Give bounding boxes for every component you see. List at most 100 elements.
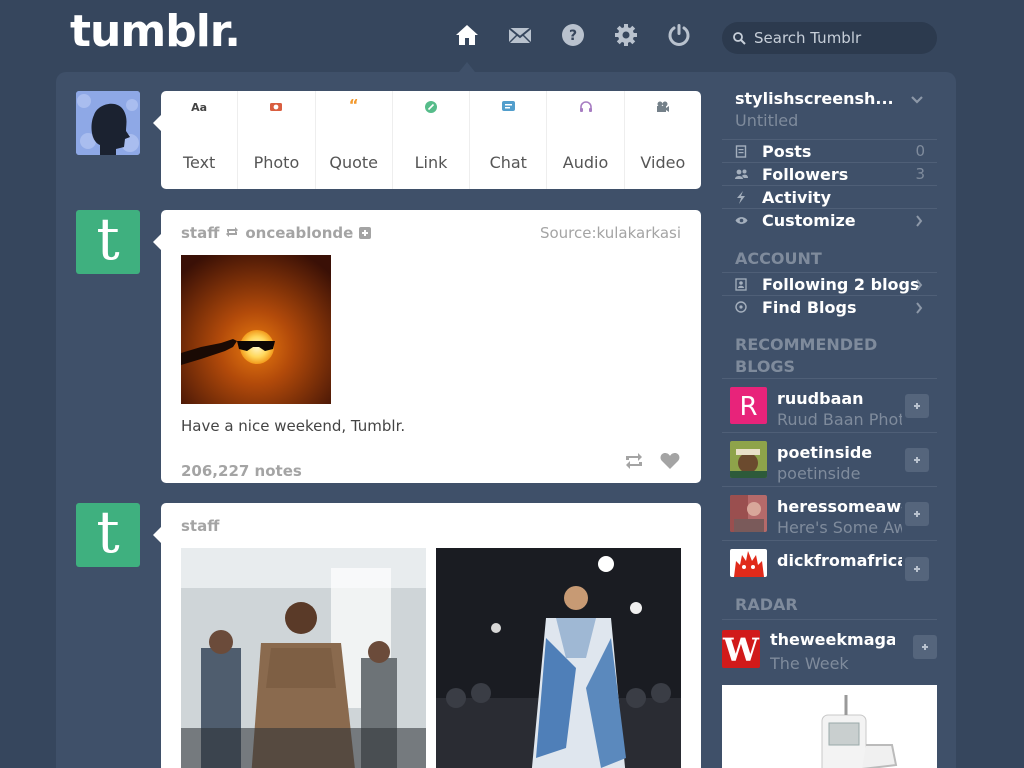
bubble-arrow <box>153 115 161 131</box>
home-icon[interactable] <box>454 22 480 48</box>
search-input[interactable] <box>754 29 924 47</box>
follow-button[interactable] <box>905 394 929 418</box>
compass-icon <box>734 301 748 313</box>
quote-icon: “ <box>348 96 359 114</box>
eye-icon <box>734 216 748 225</box>
runway-photo-right[interactable] <box>436 548 681 768</box>
sidebar-item-customize[interactable]: Customize <box>722 208 937 231</box>
recommended-blog[interactable]: dickfromafrica <box>722 540 937 585</box>
follow-button[interactable] <box>905 448 929 472</box>
follow-button[interactable] <box>905 557 929 581</box>
post-type-text[interactable]: Aa Text <box>161 91 239 189</box>
chevron-right-icon <box>916 302 923 314</box>
reblogged-from[interactable]: onceablonde <box>245 224 353 242</box>
account-heading: ACCOUNT <box>735 249 822 268</box>
recommended-blog[interactable]: poetinside poetinside <box>722 432 937 486</box>
post-type-label: Text <box>182 153 216 172</box>
blog-title: Untitled <box>735 111 799 130</box>
like-button[interactable] <box>659 450 681 472</box>
chevron-down-icon[interactable] <box>910 95 924 105</box>
blog-name[interactable]: stylishscreensh... <box>735 89 894 108</box>
post-source[interactable]: Source:kulakarkasi <box>540 224 681 242</box>
post-type-label: Link <box>414 153 448 172</box>
post-header: staff <box>181 517 219 535</box>
nav-active-caret <box>459 62 475 72</box>
post-card: staff onceablonde Source:kulakarkasi Hav… <box>161 210 701 483</box>
post-type-label: Video <box>640 153 686 172</box>
search-icon <box>733 32 746 45</box>
lightning-icon <box>734 190 748 204</box>
recommended-blog[interactable]: heressomeawesome Here's Some Awesome <box>722 486 937 540</box>
sidebar-item-label: Posts <box>762 141 812 161</box>
post-author[interactable]: staff <box>181 517 219 535</box>
post-card: staff <box>161 503 701 768</box>
post-notes[interactable]: 206,227 notes <box>181 462 302 480</box>
help-icon[interactable]: ? <box>560 22 586 48</box>
follow-button[interactable] <box>905 502 929 526</box>
tumblr-logo[interactable]: tumblr. <box>70 6 241 57</box>
follow-plus-icon[interactable] <box>359 227 372 239</box>
svg-text:W: W <box>722 631 760 668</box>
blog-avatar[interactable] <box>730 549 767 577</box>
bubble-arrow <box>153 234 161 250</box>
ad-card[interactable] <box>722 685 937 768</box>
post-type-label: Audio <box>562 153 609 172</box>
sidebar-item-activity[interactable]: Activity <box>722 185 937 208</box>
staff-avatar[interactable]: t <box>76 210 140 274</box>
sidebar-item-label: Customize <box>762 210 856 230</box>
sidebar-item-label: Find Blogs <box>762 297 857 317</box>
post-caption: Have a nice weekend, Tumblr. <box>181 417 406 435</box>
sidebar-item-followers[interactable]: Followers 3 <box>722 162 937 185</box>
chat-icon <box>470 101 546 116</box>
blog-description: Here's Some Awesome <box>777 518 902 537</box>
radar-blog[interactable]: W theweekmagazine The Week <box>714 620 937 674</box>
people-icon <box>734 168 748 180</box>
bubble-arrow <box>153 527 161 543</box>
camera-icon <box>238 101 314 115</box>
link-icon <box>393 101 469 116</box>
blog-avatar[interactable] <box>730 441 767 478</box>
follow-button[interactable] <box>913 635 937 659</box>
svg-text:R: R <box>739 392 757 422</box>
blog-name[interactable]: ruudbaan <box>777 389 902 408</box>
blog-avatar[interactable] <box>730 495 767 532</box>
sidebar-item-following[interactable]: Following 2 blogs <box>722 272 937 295</box>
blog-avatar[interactable]: W <box>722 630 760 668</box>
user-avatar[interactable] <box>76 91 140 155</box>
blog-name[interactable]: theweekmagazine <box>770 630 895 649</box>
post-type-link[interactable]: Link <box>393 91 471 189</box>
blog-name[interactable]: dickfromafrica <box>777 551 902 570</box>
post-type-video[interactable]: Video <box>625 91 701 189</box>
sunset-photo[interactable] <box>181 255 331 404</box>
gear-icon[interactable] <box>613 22 639 48</box>
sidebar-item-find-blogs[interactable]: Find Blogs <box>722 295 937 318</box>
text-icon: Aa <box>191 101 208 114</box>
runway-photo-left[interactable] <box>181 548 426 768</box>
document-icon <box>734 144 748 158</box>
blog-description: poetinside <box>777 464 861 483</box>
search-box[interactable] <box>722 22 937 54</box>
staff-avatar[interactable]: t <box>76 503 140 567</box>
power-icon[interactable] <box>666 22 692 48</box>
post-type-quote[interactable]: “ Quote <box>316 91 393 189</box>
blog-avatar[interactable]: R <box>730 387 767 424</box>
recommended-blog[interactable]: R ruudbaan Ruud Baan Photography <box>722 378 937 432</box>
sidebar-item-count: 0 <box>915 142 925 160</box>
post-type-photo[interactable]: Photo <box>238 91 316 189</box>
sidebar-item-count: 3 <box>915 165 925 183</box>
post-type-audio[interactable]: Audio <box>547 91 625 189</box>
post-header: staff onceablonde <box>181 224 372 242</box>
post-author[interactable]: staff <box>181 224 219 242</box>
svg-text:?: ? <box>569 28 577 44</box>
mail-icon[interactable] <box>507 22 533 48</box>
blog-name[interactable]: poetinside <box>777 443 902 462</box>
blog-name[interactable]: heressomeawesome <box>777 497 902 516</box>
radar-heading: RADAR <box>735 595 798 614</box>
sidebar-item-posts[interactable]: Posts 0 <box>722 139 937 162</box>
video-icon <box>625 101 701 115</box>
sidebar-item-label: Followers <box>762 164 849 184</box>
recommended-heading: RECOMMENDED BLOGS <box>735 335 878 376</box>
post-type-chat[interactable]: Chat <box>470 91 548 189</box>
blog-description: The Week <box>770 654 849 673</box>
reblog-button[interactable] <box>623 450 645 472</box>
